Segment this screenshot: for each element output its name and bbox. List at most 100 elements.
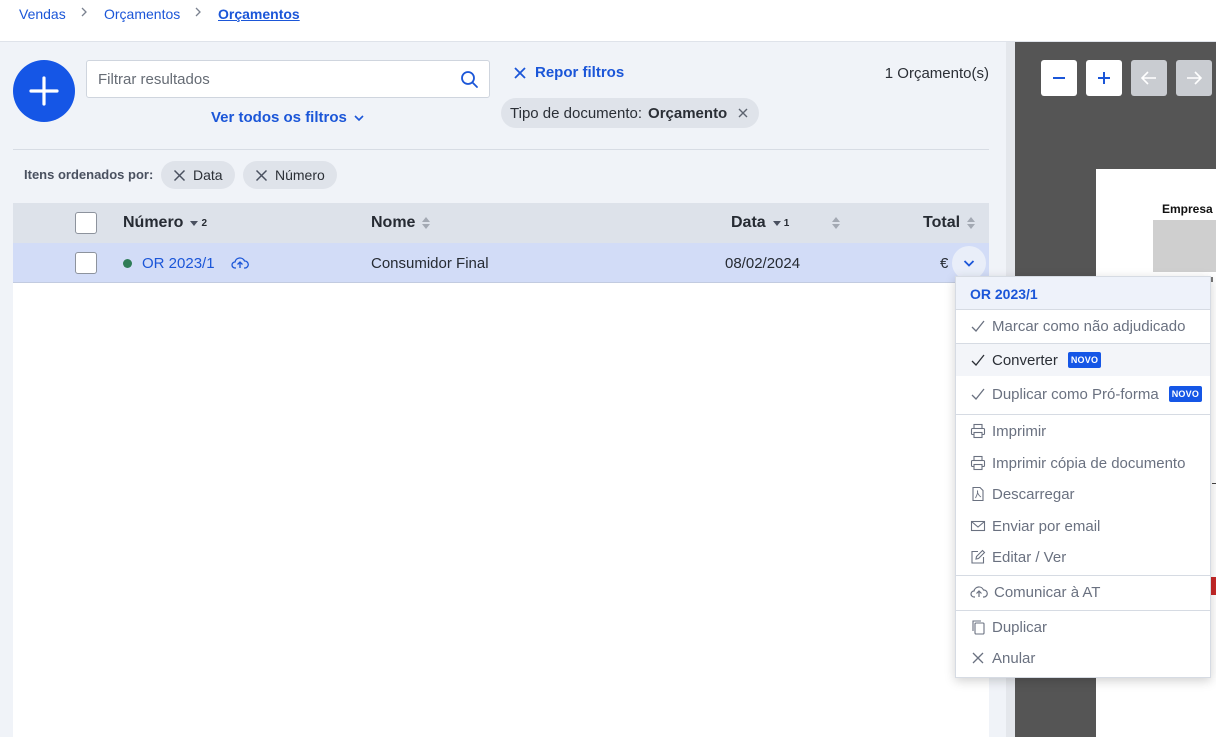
sort-chip-numero[interactable]: Número	[243, 161, 337, 189]
sort-order-date: 1	[783, 217, 790, 229]
close-icon[interactable]	[173, 169, 186, 182]
sort-indicator: 2	[189, 218, 207, 229]
column-header-date-label: Data	[731, 214, 766, 231]
menu-item-label: Marcar como não adjudicado	[992, 317, 1186, 335]
menu-item-print[interactable]: Imprimir	[956, 415, 1210, 447]
menu-item-email[interactable]: Enviar por email	[956, 510, 1210, 542]
preview-logo-placeholder	[1153, 220, 1216, 272]
search-box	[86, 60, 490, 98]
sort-chip-data[interactable]: Data	[161, 161, 235, 189]
reset-filters-link[interactable]: Repor filtros	[513, 64, 624, 81]
sort-icon	[832, 217, 840, 229]
close-icon[interactable]	[255, 169, 268, 182]
top-bar: Vendas Orçamentos Orçamentos	[0, 0, 1216, 42]
menu-item-cancel[interactable]: Anular	[956, 642, 1210, 674]
menu-item-label: Duplicar como Pró-forma	[992, 385, 1159, 403]
arrow-right-icon	[1187, 71, 1203, 85]
column-header-total[interactable]: Total	[923, 203, 976, 243]
column-header-number-label: Número	[123, 214, 184, 231]
menu-item-label: Descarregar	[992, 485, 1075, 503]
previous-page-button[interactable]	[1131, 60, 1167, 96]
next-page-button[interactable]	[1176, 60, 1212, 96]
sort-indicator: 1	[772, 217, 790, 229]
close-icon	[514, 66, 526, 79]
menu-item-duplicate[interactable]: Duplicar	[956, 611, 1210, 643]
menu-item-label: Editar / Ver	[992, 548, 1067, 566]
plus-icon	[29, 76, 59, 106]
cloud-upload-icon[interactable]	[230, 256, 249, 270]
menu-item-print-copy[interactable]: Imprimir cópia de documento	[956, 447, 1210, 479]
plus-icon	[1098, 72, 1110, 84]
sort-icon	[422, 217, 431, 229]
check-icon	[971, 388, 985, 400]
menu-item-duplicate-proforma[interactable]: Duplicar como Pró-forma NOVO	[956, 378, 1210, 410]
remove-filter-icon[interactable]	[737, 107, 749, 119]
menu-item-convert[interactable]: Converter NOVO	[956, 344, 1210, 376]
copy-icon	[972, 620, 985, 635]
preview-mark	[1212, 483, 1216, 484]
menu-header: OR 2023/1	[956, 277, 1210, 310]
doc-type-filter-chip: Tipo de documento: Orçamento	[501, 98, 760, 128]
breadcrumb-vendas[interactable]: Vendas	[19, 6, 66, 22]
printer-icon	[970, 455, 986, 471]
pdf-icon	[972, 486, 984, 502]
breadcrumb-orcamentos[interactable]: Orçamentos	[104, 6, 180, 22]
row-actions-toggle[interactable]	[952, 246, 986, 280]
new-badge: NOVO	[1168, 386, 1203, 402]
preview-red-mark	[1211, 577, 1216, 595]
row-actions-menu: OR 2023/1 Marcar como não adjudicado Con…	[955, 276, 1211, 678]
column-header-name[interactable]: Nome	[371, 203, 431, 243]
minus-icon	[1053, 77, 1065, 79]
arrow-left-icon	[1140, 71, 1156, 85]
new-badge: NOVO	[1067, 352, 1102, 368]
doc-type-chip-value: Orçamento	[648, 104, 728, 122]
row-checkbox[interactable]	[75, 252, 97, 274]
divider	[13, 149, 989, 150]
menu-item-edit-view[interactable]: Editar / Ver	[956, 541, 1210, 573]
sort-desc-icon	[772, 221, 781, 226]
search-input[interactable]	[87, 61, 447, 97]
menu-item-label: Comunicar à AT	[994, 583, 1101, 601]
select-all-checkbox[interactable]	[75, 212, 97, 234]
table-row[interactable]: OR 2023/1 Consumidor Final 08/02/2024 €	[13, 243, 989, 283]
add-document-button[interactable]	[13, 60, 75, 122]
all-filters-link[interactable]: Ver todos os filtros	[211, 109, 365, 126]
doc-type-chip-label: Tipo de documento:	[510, 104, 643, 122]
search-icon[interactable]	[460, 70, 479, 94]
sort-icon	[967, 217, 976, 229]
row-name-cell: Consumidor Final	[371, 254, 489, 272]
zoom-out-button[interactable]	[1041, 60, 1077, 96]
breadcrumb-separator	[193, 5, 203, 22]
column-header-total-label: Total	[923, 214, 961, 231]
status-dot	[123, 258, 132, 268]
menu-item-label: Converter	[992, 351, 1058, 369]
document-number-link[interactable]: OR 2023/1	[142, 255, 215, 272]
table-header: Número 2 Nome Data 1 Total	[13, 203, 989, 243]
edit-icon	[971, 549, 986, 564]
breadcrumb-current[interactable]: Orçamentos	[218, 6, 300, 22]
mail-icon	[970, 520, 986, 532]
menu-item-download[interactable]: Descarregar	[956, 478, 1210, 510]
close-icon	[972, 652, 984, 664]
column-header-date[interactable]: Data 1	[731, 203, 789, 243]
documents-table: Número 2 Nome Data 1 Total OR 2023/1 Con…	[13, 203, 989, 737]
menu-item-communicate-at[interactable]: Comunicar à AT	[956, 576, 1210, 608]
chevron-down-icon	[354, 114, 364, 121]
reset-filters-label: Repor filtros	[535, 64, 625, 81]
row-number-cell: OR 2023/1	[123, 243, 249, 283]
sort-order-number: 2	[201, 217, 208, 229]
zoom-in-button[interactable]	[1086, 60, 1122, 96]
menu-item-mark-not-awarded[interactable]: Marcar como não adjudicado	[956, 310, 1210, 342]
menu-item-label: Imprimir	[992, 422, 1047, 440]
column-header-number[interactable]: Número 2	[123, 203, 207, 243]
sort-chip-label: Data	[193, 167, 223, 183]
result-count: 1 Orçamento(s)	[884, 65, 989, 82]
breadcrumb-separator	[79, 5, 89, 22]
chevron-down-icon	[963, 260, 975, 267]
menu-item-label: Enviar por email	[992, 517, 1101, 535]
sort-desc-icon	[190, 221, 199, 226]
check-icon	[971, 354, 985, 366]
preview-company-label: Empresa	[1162, 202, 1213, 216]
cloud-upload-icon	[970, 586, 988, 598]
column-sort-toggle[interactable]	[831, 203, 841, 243]
